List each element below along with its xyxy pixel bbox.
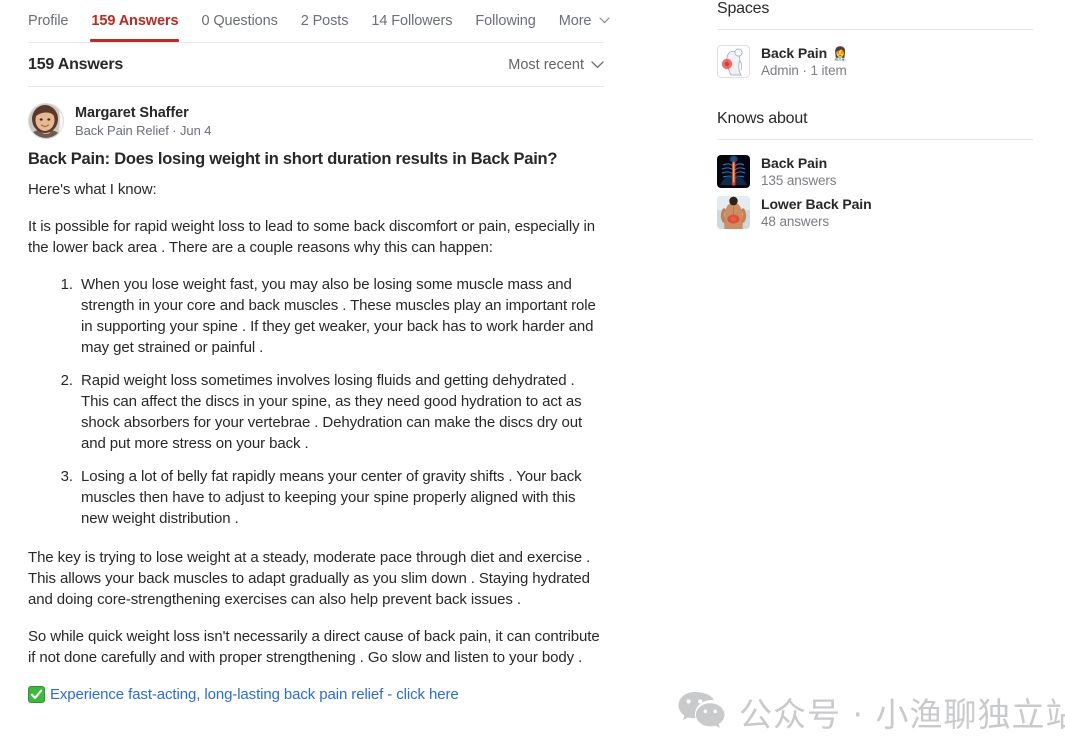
answer-reasons-list: When you lose weight fast, you may also … [28, 274, 604, 529]
check-mark-icon [28, 686, 45, 704]
knows-about-divider [717, 139, 1033, 140]
spaces-divider [717, 29, 1033, 30]
answers-count-row: 159 Answers Most recent [0, 43, 632, 87]
knows-about-section: Knows about Back Pain 135 answers Lower … [717, 110, 1033, 233]
tab-questions[interactable]: 0 Questions [201, 13, 277, 31]
knows-about-section-title: Knows about [717, 110, 808, 127]
tab-more[interactable]: More [559, 13, 611, 31]
tab-posts-label: 2 Posts [300, 12, 349, 29]
tab-following[interactable]: Following [475, 13, 535, 31]
tab-followers[interactable]: 14 Followers [371, 13, 452, 31]
answer-paragraph-2: The key is trying to lose weight at a st… [28, 549, 591, 609]
list-item: When you lose weight fast, you may also … [77, 274, 604, 358]
answer-body: Here's what I know: It is possible for r… [28, 179, 604, 705]
answer-reasons-list-wrap: When you lose weight fast, you may also … [28, 274, 604, 529]
chevron-down-icon [599, 16, 610, 24]
tab-following-label: Following [475, 12, 536, 29]
avatar[interactable] [28, 103, 64, 139]
answer-card: Margaret Shaffer Back Pain Relief · Jun … [0, 87, 632, 705]
author-name[interactable]: Margaret Shaffer [75, 105, 211, 121]
countrow-divider [28, 86, 604, 87]
topic-thumbnail-back-pain [717, 155, 750, 188]
answer-paragraph-1: It is possible for rapid weight loss to … [28, 218, 596, 257]
tab-profile[interactable]: Profile [28, 12, 69, 31]
space-meta: Back Pain 👩‍⚕️ Admin · 1 item [761, 45, 848, 78]
wechat-icon [678, 690, 725, 735]
space-name: Back Pain 👩‍⚕️ [761, 45, 848, 61]
spaces-section: Spaces [717, 0, 1033, 82]
topic-name: Lower Back Pain [761, 196, 872, 212]
tab-followers-label: 14 Followers [371, 12, 453, 29]
cta-link-text[interactable]: Experience fast-acting, long-lasting bac… [50, 684, 459, 705]
list-item[interactable]: Back Pain 👩‍⚕️ Admin · 1 item [717, 41, 1033, 82]
main-content-column: Profile 159 Answers 0 Questions 2 Posts … [0, 0, 632, 755]
list-item: Rapid weight loss sometimes involves los… [77, 370, 604, 454]
wechat-watermark: 公众号 · 小渔聊独立站 [678, 688, 1065, 736]
question-title[interactable]: Back Pain: Does losing weight in short d… [28, 149, 604, 170]
list-item[interactable]: Lower Back Pain 48 answers [717, 192, 1033, 233]
answer-intro: Here's what I know: [28, 181, 157, 199]
sort-dropdown[interactable]: Most recent [508, 57, 604, 73]
space-name-text: Back Pain [761, 45, 828, 61]
topic-answer-count: 135 answers [761, 173, 837, 188]
right-sidebar: Spaces [717, 0, 1033, 233]
answers-count-label: 159 Answers [28, 56, 124, 73]
tab-answers[interactable]: 159 Answers [90, 12, 180, 42]
answer-paragraph-3: So while quick weight loss isn't necessa… [28, 628, 600, 667]
topic-meta: Back Pain 135 answers [761, 155, 837, 188]
tab-questions-label: 0 Questions [201, 12, 278, 29]
tab-more-label: More [558, 12, 592, 29]
list-item: Losing a lot of belly fat rapidly means … [77, 466, 604, 529]
author-meta: Margaret Shaffer Back Pain Relief · Jun … [75, 105, 211, 138]
spaces-section-title: Spaces [717, 0, 770, 17]
tab-posts[interactable]: 2 Posts [301, 13, 349, 31]
space-thumbnail [717, 45, 750, 78]
space-subtitle: Admin · 1 item [761, 63, 847, 78]
cta-link-row[interactable]: Experience fast-acting, long-lasting bac… [28, 684, 604, 705]
watermark-text: 公众号 · 小渔聊独立站 [739, 695, 1065, 734]
profile-tab-bar: Profile 159 Answers 0 Questions 2 Posts … [0, 0, 632, 43]
topic-thumbnail-lower-back-pain [717, 196, 750, 229]
tab-answers-label: 159 Answers [91, 12, 179, 29]
health-worker-emoji-icon: 👩‍⚕️ [832, 45, 849, 61]
answer-author-row: Margaret Shaffer Back Pain Relief · Jun … [28, 103, 604, 139]
topic-answer-count: 48 answers [761, 214, 830, 229]
list-item[interactable]: Back Pain 135 answers [717, 151, 1033, 192]
tab-profile-label: Profile [28, 12, 69, 29]
quora-profile-answers-page: Profile 159 Answers 0 Questions 2 Posts … [0, 0, 1065, 755]
sort-dropdown-label: Most recent [508, 57, 584, 73]
author-subtitle: Back Pain Relief · Jun 4 [75, 122, 212, 138]
chevron-down-icon [591, 61, 604, 69]
topic-name: Back Pain [761, 155, 828, 171]
topic-meta: Lower Back Pain 48 answers [761, 196, 872, 229]
